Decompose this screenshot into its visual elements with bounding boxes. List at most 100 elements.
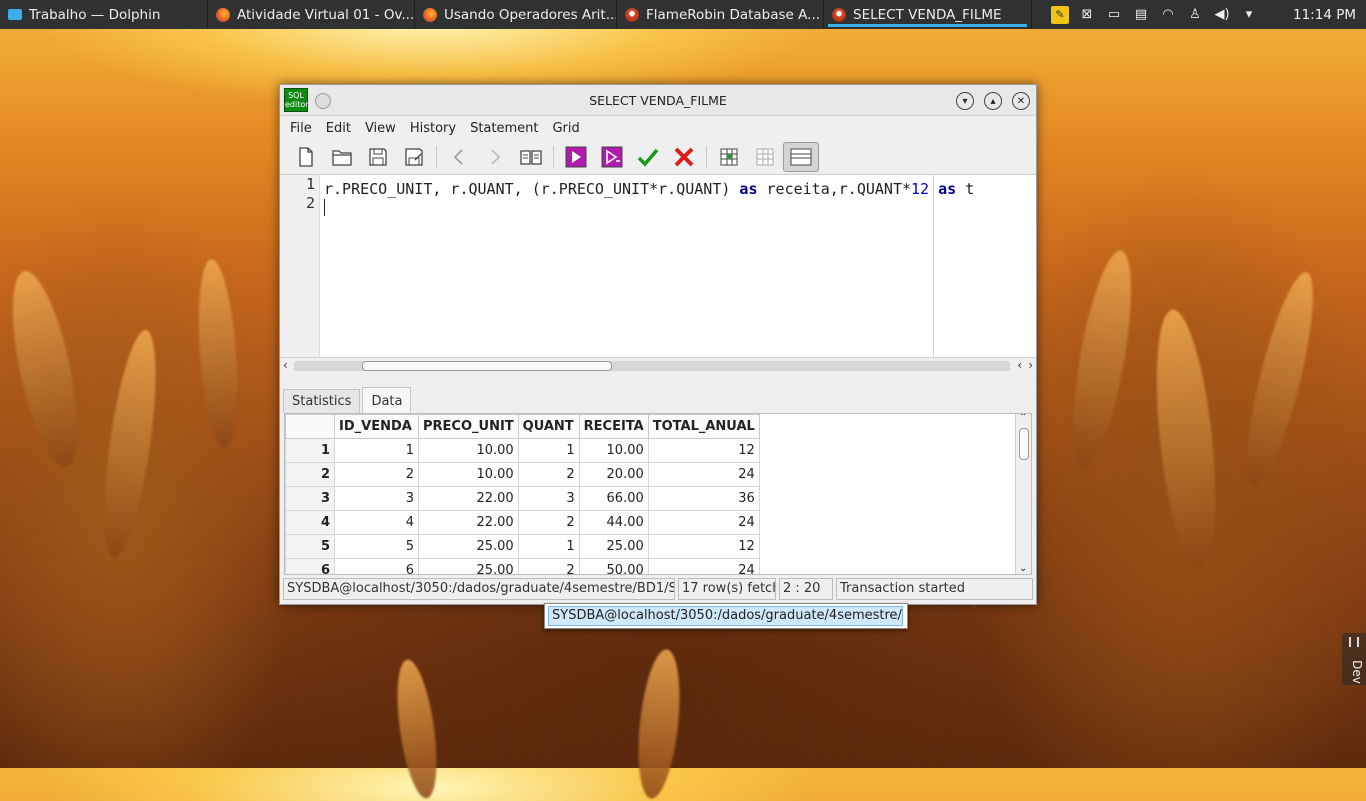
row-number[interactable]: 4 — [285, 510, 335, 535]
maximize-button[interactable]: ▴ — [984, 92, 1002, 110]
row-number[interactable]: 3 — [285, 486, 335, 511]
cell-id-venda[interactable]: 3 — [334, 486, 419, 511]
cell-total-anual[interactable]: 12 — [647, 438, 760, 463]
cell-preco-unit[interactable]: 25.00 — [418, 558, 519, 574]
execute-selection-button[interactable] — [594, 142, 630, 172]
cell-receita[interactable]: 44.00 — [578, 510, 649, 535]
cell-preco-unit[interactable]: 25.00 — [418, 534, 519, 559]
table-row[interactable]: 1 1 10.00 1 10.00 12 — [285, 438, 760, 463]
taskbar-item-firefox-2[interactable]: Usando Operadores Arit... — [415, 0, 617, 29]
wifi-icon[interactable]: ◠ — [1159, 6, 1177, 24]
notes-icon[interactable]: ✎ — [1051, 5, 1069, 24]
taskbar-item-dolphin[interactable]: Trabalho — Dolphin — [0, 0, 208, 29]
column-header[interactable]: TOTAL_ANUAL — [647, 414, 760, 439]
menu-history[interactable]: History — [403, 121, 463, 136]
dev-panel-handle[interactable]: Dev — [1342, 633, 1366, 685]
cell-preco-unit[interactable]: 10.00 — [418, 462, 519, 487]
cell-receita[interactable]: 25.00 — [578, 534, 649, 559]
row-number[interactable]: 6 — [285, 558, 335, 574]
sql-editor[interactable]: 1 2 r.PRECO_UNIT, r.QUANT, (r.PRECO_UNIT… — [280, 174, 1036, 357]
cell-total-anual[interactable]: 36 — [647, 486, 760, 511]
data-grid[interactable]: ID_VENDA PRECO_UNIT QUANT RECEITA TOTAL_… — [284, 413, 1032, 575]
cell-receita[interactable]: 50.00 — [578, 558, 649, 574]
cell-quant[interactable]: 2 — [517, 462, 580, 487]
column-header[interactable]: ID_VENDA — [334, 414, 419, 439]
cell-total-anual[interactable]: 12 — [647, 534, 760, 559]
history-button[interactable] — [513, 142, 549, 172]
menu-view[interactable]: View — [358, 121, 403, 136]
execute-button[interactable] — [558, 142, 594, 172]
save-as-button[interactable] — [396, 142, 432, 172]
battery-icon[interactable]: ▭ — [1105, 6, 1123, 24]
cell-preco-unit[interactable]: 22.00 — [418, 486, 519, 511]
scroll-track[interactable] — [294, 361, 1010, 371]
table-row[interactable]: 4 4 22.00 2 44.00 24 — [285, 510, 760, 535]
cell-id-venda[interactable]: 5 — [334, 534, 419, 559]
scroll-left-icon[interactable]: ‹ — [283, 358, 288, 372]
row-number[interactable]: 5 — [285, 534, 335, 559]
menu-grid[interactable]: Grid — [545, 121, 586, 136]
cell-id-venda[interactable]: 2 — [334, 462, 419, 487]
expand-tray-icon[interactable]: ▾ — [1240, 6, 1258, 24]
menu-edit[interactable]: Edit — [319, 121, 358, 136]
status-connection[interactable]: SYSDBA@localhost/3050:/dados/graduate/4s… — [283, 578, 675, 600]
vertical-scrollbar[interactable]: ⌃ ⌄ — [1015, 414, 1031, 574]
corner-cell[interactable] — [285, 414, 335, 439]
close-button[interactable]: ✕ — [1012, 92, 1030, 110]
cell-id-venda[interactable]: 1 — [334, 438, 419, 463]
rollback-button[interactable] — [666, 142, 702, 172]
volume-icon[interactable]: ◀) — [1213, 6, 1231, 24]
cell-quant[interactable]: 3 — [517, 486, 580, 511]
scroll-right-icon[interactable]: › — [1028, 358, 1033, 372]
cell-total-anual[interactable]: 24 — [647, 558, 760, 574]
taskbar-item-flamerobin[interactable]: FlameRobin Database A... — [617, 0, 824, 29]
open-button[interactable] — [324, 142, 360, 172]
history-back-button[interactable] — [441, 142, 477, 172]
column-header[interactable]: RECEITA — [578, 414, 649, 439]
sql-code[interactable]: r.PRECO_UNIT, r.QUANT, (r.PRECO_UNIT*r.Q… — [324, 180, 1024, 198]
tab-data[interactable]: Data — [362, 387, 412, 413]
network-disconnected-icon[interactable]: ⊠ — [1078, 6, 1096, 24]
table-row[interactable]: 2 2 10.00 2 20.00 24 — [285, 462, 760, 487]
tab-statistics[interactable]: Statistics — [283, 389, 361, 413]
scroll-thumb[interactable] — [1019, 428, 1029, 460]
user-icon[interactable]: ♙ — [1186, 6, 1204, 24]
cell-receita[interactable]: 66.00 — [578, 486, 649, 511]
minimize-button[interactable]: ▾ — [956, 92, 974, 110]
taskbar-item-firefox-1[interactable]: Atividade Virtual 01 - Ov... — [208, 0, 415, 29]
split-view-toggle[interactable] — [783, 142, 819, 172]
clipboard-icon[interactable]: ▤ — [1132, 6, 1150, 24]
cell-preco-unit[interactable]: 10.00 — [418, 438, 519, 463]
row-number[interactable]: 2 — [285, 462, 335, 487]
commit-button[interactable] — [630, 142, 666, 172]
insert-row-button[interactable] — [711, 142, 747, 172]
column-header[interactable]: PRECO_UNIT — [418, 414, 519, 439]
table-row[interactable]: 5 5 25.00 1 25.00 12 — [285, 534, 760, 559]
cell-quant[interactable]: 1 — [517, 534, 580, 559]
row-number[interactable]: 1 — [285, 438, 335, 463]
column-header[interactable]: QUANT — [517, 414, 580, 439]
splitter-handle[interactable] — [280, 373, 1036, 383]
taskbar-item-sql-editor[interactable]: SELECT VENDA_FILME — [824, 0, 1032, 29]
table-row[interactable]: 6 6 25.00 2 50.00 24 — [285, 558, 760, 574]
title-bar[interactable]: SQL editor SELECT VENDA_FILME ▾ ▴ ✕ — [280, 85, 1036, 116]
scroll-thumb[interactable] — [362, 361, 612, 371]
cell-quant[interactable]: 1 — [517, 438, 580, 463]
cell-preco-unit[interactable]: 22.00 — [418, 510, 519, 535]
cell-id-venda[interactable]: 4 — [334, 510, 419, 535]
cell-total-anual[interactable]: 24 — [647, 510, 760, 535]
clock[interactable]: 11:14 PM — [1293, 7, 1356, 23]
scroll-left-icon[interactable]: ‹ — [1017, 358, 1022, 372]
cell-quant[interactable]: 2 — [517, 558, 580, 574]
cell-receita[interactable]: 20.00 — [578, 462, 649, 487]
new-button[interactable] — [288, 142, 324, 172]
cell-quant[interactable]: 2 — [517, 510, 580, 535]
scroll-up-icon[interactable]: ⌃ — [1019, 414, 1027, 423]
horizontal-scrollbar[interactable]: ‹ ‹ › — [280, 357, 1036, 373]
cell-id-venda[interactable]: 6 — [334, 558, 419, 574]
table-row[interactable]: 3 3 22.00 3 66.00 36 — [285, 486, 760, 511]
scroll-down-icon[interactable]: ⌄ — [1019, 563, 1027, 574]
delete-row-button[interactable] — [747, 142, 783, 172]
cell-total-anual[interactable]: 24 — [647, 462, 760, 487]
history-forward-button[interactable] — [477, 142, 513, 172]
